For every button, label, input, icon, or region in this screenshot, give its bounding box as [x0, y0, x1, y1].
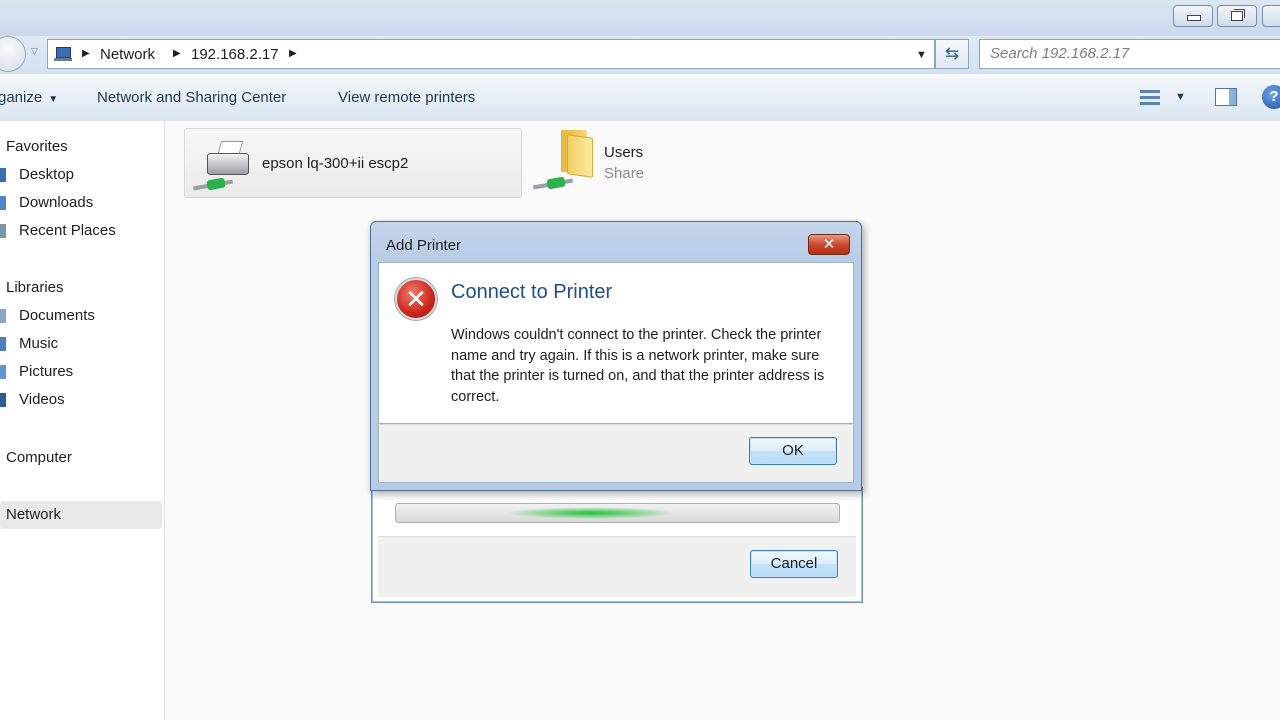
- sidebar-item-recent-places[interactable]: Recent Places: [0, 218, 162, 244]
- dialog-footer: OK: [378, 424, 854, 483]
- close-dialog-button[interactable]: ✕: [808, 234, 850, 255]
- sidebar-item-videos[interactable]: Videos: [0, 387, 162, 413]
- close-window-button[interactable]: [1262, 5, 1280, 27]
- chevron-down-icon: ▼: [48, 94, 59, 105]
- sidebar-item-desktop[interactable]: Desktop: [0, 162, 162, 188]
- organize-label: ganize: [0, 89, 43, 106]
- sidebar-item-label: Videos: [19, 391, 65, 408]
- sidebar-item-label: Favorites: [6, 138, 68, 155]
- change-view-icon[interactable]: [1140, 90, 1164, 108]
- sidebar-item-label: Computer: [6, 449, 72, 466]
- breadcrumb-host[interactable]: 192.168.2.17: [191, 46, 279, 63]
- address-bar[interactable]: ▶ Network ▶ 192.168.2.17 ▶ ▼: [47, 39, 935, 69]
- sidebar-item-label: Recent Places: [19, 222, 116, 239]
- network-icon: [54, 46, 72, 62]
- view-dropdown-icon[interactable]: ▼: [1175, 91, 1186, 103]
- address-dropdown-icon[interactable]: ▼: [916, 49, 927, 61]
- printer-name: epson lq-300+ii escp2: [262, 155, 409, 172]
- network-share-icon: [192, 177, 234, 191]
- progress-bar: [395, 503, 840, 523]
- refresh-button[interactable]: ⇆: [935, 39, 969, 69]
- sidebar-item-music[interactable]: Music: [0, 331, 162, 357]
- preview-pane-icon[interactable]: [1215, 88, 1237, 106]
- pictures-icon: [0, 365, 6, 379]
- breadcrumb-network[interactable]: Network: [100, 46, 155, 63]
- back-button[interactable]: [0, 36, 26, 72]
- restore-button[interactable]: [1217, 5, 1257, 27]
- minimize-icon: [1187, 15, 1201, 21]
- recent-places-icon: [0, 224, 6, 238]
- navigation-pane: Favorites Desktop Downloads Recent Place…: [0, 121, 165, 720]
- share-name: Users: [604, 144, 644, 161]
- dialog-footer: Cancel: [378, 536, 856, 597]
- sidebar-item-documents[interactable]: Documents: [0, 303, 162, 329]
- desktop-icon: [0, 168, 6, 182]
- window-title-bar: [0, 0, 1280, 36]
- close-icon: ✕: [822, 236, 836, 253]
- breadcrumb-separator-icon[interactable]: ▶: [289, 48, 297, 59]
- printer-tile[interactable]: epson lq-300+ii escp2: [184, 128, 522, 198]
- recent-pages-dropdown-icon[interactable]: ▽: [31, 46, 38, 57]
- printer-icon: [203, 139, 253, 179]
- command-bar: ganize ▼ Network and Sharing Center View …: [0, 76, 1280, 122]
- minimize-button[interactable]: [1173, 5, 1213, 27]
- address-bar-row: ▽ ▶ Network ▶ 192.168.2.17 ▶ ▼ ⇆ Search …: [0, 36, 1280, 74]
- share-tile[interactable]: Users Share: [530, 128, 680, 198]
- sidebar-item-network[interactable]: Network: [0, 501, 162, 529]
- videos-icon: [0, 393, 6, 407]
- search-input[interactable]: Search 192.168.2.17: [979, 39, 1280, 69]
- help-icon[interactable]: ?: [1262, 85, 1280, 109]
- sidebar-item-label: Libraries: [6, 279, 64, 296]
- view-remote-printers-button[interactable]: View remote printers: [338, 89, 475, 106]
- error-message: Windows couldn't connect to the printer.…: [451, 327, 825, 405]
- restore-icon-back: [1234, 9, 1245, 18]
- music-icon: [0, 337, 6, 351]
- dialog-heading: Connect to Printer: [451, 281, 613, 303]
- dialog-body: ✕ Connect to Printer Windows couldn't co…: [378, 262, 854, 424]
- cancel-button[interactable]: Cancel: [750, 550, 838, 578]
- sidebar-item-label: Documents: [19, 307, 95, 324]
- ok-button[interactable]: OK: [749, 437, 837, 465]
- add-printer-progress-dialog: Cancel: [371, 487, 863, 603]
- sidebar-item-libraries[interactable]: Libraries: [0, 275, 162, 301]
- breadcrumb-separator-icon[interactable]: ▶: [173, 48, 181, 59]
- sidebar-item-downloads[interactable]: Downloads: [0, 190, 162, 216]
- sidebar-item-label: Desktop: [19, 166, 75, 183]
- sidebar-item-pictures[interactable]: Pictures: [0, 359, 162, 385]
- sidebar-item-label: Network: [6, 506, 62, 523]
- dialog-title: Add Printer: [386, 237, 462, 254]
- sidebar-item-computer[interactable]: Computer: [0, 445, 162, 471]
- share-type: Share: [604, 165, 645, 182]
- sidebar-item-label: Pictures: [19, 363, 74, 380]
- sidebar-item-favorites[interactable]: Favorites: [0, 134, 162, 160]
- breadcrumb-separator-icon[interactable]: ▶: [82, 48, 90, 59]
- network-share-icon: [532, 176, 574, 190]
- sidebar-item-label: Downloads: [19, 194, 94, 211]
- network-sharing-center-button[interactable]: Network and Sharing Center: [97, 89, 286, 106]
- sidebar-item-label: Music: [19, 335, 59, 352]
- organize-menu[interactable]: ganize ▼: [0, 89, 58, 106]
- downloads-icon: [0, 196, 6, 210]
- documents-icon: [0, 309, 6, 323]
- error-dialog: Add Printer ✕ ✕ Connect to Printer Windo…: [370, 221, 862, 491]
- folder-icon: [555, 130, 595, 178]
- error-icon: ✕: [395, 278, 437, 320]
